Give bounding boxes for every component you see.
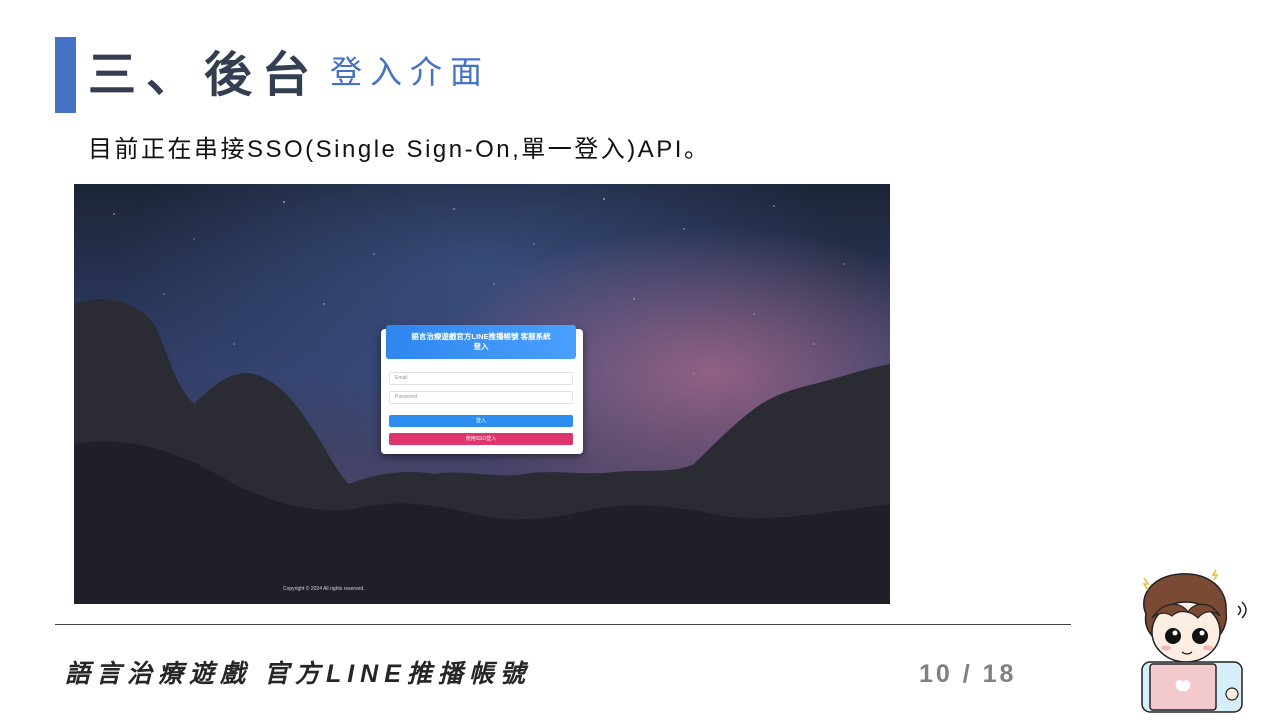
footer-divider <box>55 624 1071 625</box>
login-page-screenshot: 語言治療遊戲官方LINE推播帳號 客服系統 登入 Email Password … <box>74 184 890 604</box>
sso-login-button[interactable]: 使用SSO登入 <box>389 433 573 445</box>
slide-description: 目前正在串接SSO(Single Sign-On,單一登入)API。 <box>88 136 711 163</box>
email-field[interactable]: Email <box>389 372 573 385</box>
slide-title: 三、後台 <box>88 49 321 102</box>
slide-subtitle: 登入介面 <box>330 54 491 90</box>
login-card-header: 語言治療遊戲官方LINE推播帳號 客服系統 登入 <box>386 325 576 359</box>
login-card: 語言治療遊戲官方LINE推播帳號 客服系統 登入 Email Password … <box>381 325 583 454</box>
password-field[interactable]: Password <box>389 391 573 404</box>
login-button[interactable]: 登入 <box>389 415 573 427</box>
cartoon-boy-with-laptop-icon <box>1141 569 1247 713</box>
copyright-text: Copyright © 2024 All rights reserved. <box>283 586 365 592</box>
page-number: 10 / 18 <box>919 660 1017 688</box>
footer-title: 語言治療遊戲 官方LINE推播帳號 <box>65 660 531 688</box>
title-accent-bar <box>55 37 76 113</box>
login-card-title: 語言治療遊戲官方LINE推播帳號 客服系統 <box>411 332 551 341</box>
login-card-subtitle: 登入 <box>473 342 489 351</box>
